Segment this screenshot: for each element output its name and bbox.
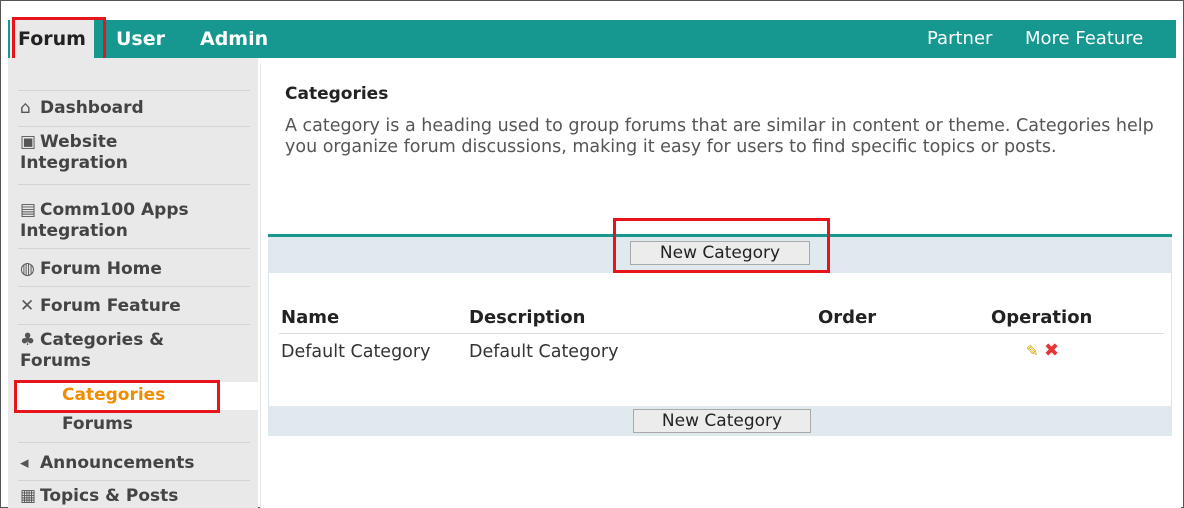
sidebar-item-forum-home[interactable]: ◍ Forum Home: [20, 259, 162, 280]
highlight-box-forum-tab: [12, 17, 106, 64]
top-navigation: Forum User Admin Partner More Feature: [8, 20, 1176, 58]
sidebar-divider: [18, 184, 250, 185]
apps-icon: ▤: [20, 200, 37, 220]
sidebar-item-categories-forums[interactable]: ♣ Categories & Forums: [20, 330, 164, 372]
delete-icon[interactable]: ✖: [1044, 340, 1059, 361]
column-header-order: Order: [818, 307, 877, 328]
sidebar-divider: [18, 126, 250, 127]
sidebar-divider: [18, 480, 250, 481]
speaker-icon: ◂: [20, 453, 29, 473]
tools-icon: ✕: [20, 296, 35, 316]
globe-icon: ◍: [20, 259, 35, 279]
main-panel: Categories A category is a heading used …: [260, 64, 1181, 508]
tab-user[interactable]: User: [116, 20, 165, 58]
home-icon: ⌂: [20, 98, 31, 118]
sidebar-item-announcements[interactable]: ◂ Announcements: [20, 453, 194, 474]
new-category-button-bottom[interactable]: New Category: [633, 409, 811, 433]
sidebar-subitem-forums[interactable]: Forums: [62, 414, 133, 434]
sidebar: ⌂ Dashboard ▣ Website Integration ▤ Comm100…: [8, 58, 258, 508]
sitemap-icon: ♣: [20, 330, 36, 350]
sidebar-divider: [18, 442, 250, 443]
sidebar-item-topics-posts[interactable]: ▦ Topics & Posts: [20, 486, 178, 507]
sidebar-divider: [18, 324, 250, 325]
category-description-cell: Default Category: [469, 342, 619, 362]
highlight-box-new-category: [613, 218, 830, 273]
page-description: A category is a heading used to group fo…: [285, 116, 1154, 157]
sidebar-divider: [18, 286, 250, 287]
sidebar-item-forum-feature[interactable]: ✕ Forum Feature: [20, 296, 181, 317]
partner-link[interactable]: Partner: [927, 20, 992, 58]
tab-admin[interactable]: Admin: [200, 20, 268, 58]
table-header-divider: [279, 333, 1164, 334]
column-header-operation: Operation: [991, 307, 1093, 328]
sidebar-item-website-integration[interactable]: ▣ Website Integration: [20, 132, 128, 174]
category-name-cell: Default Category: [281, 342, 431, 362]
column-header-description: Description: [469, 307, 586, 328]
website-icon: ▣: [20, 132, 37, 152]
highlight-box-categories: [14, 380, 220, 413]
sidebar-item-dashboard[interactable]: ⌂ Dashboard: [20, 98, 144, 119]
posts-icon: ▦: [20, 486, 37, 506]
column-header-name: Name: [281, 307, 340, 328]
page-title: Categories: [285, 84, 389, 104]
sidebar-item-comm100-apps[interactable]: ▤ Comm100 Apps Integration: [20, 200, 189, 242]
more-feature-link[interactable]: More Feature: [1025, 20, 1143, 58]
sidebar-divider: [18, 248, 250, 249]
sidebar-divider: [18, 90, 250, 91]
toolbar-bottom: New Category: [268, 406, 1172, 436]
edit-icon[interactable]: ✎: [1026, 342, 1039, 360]
